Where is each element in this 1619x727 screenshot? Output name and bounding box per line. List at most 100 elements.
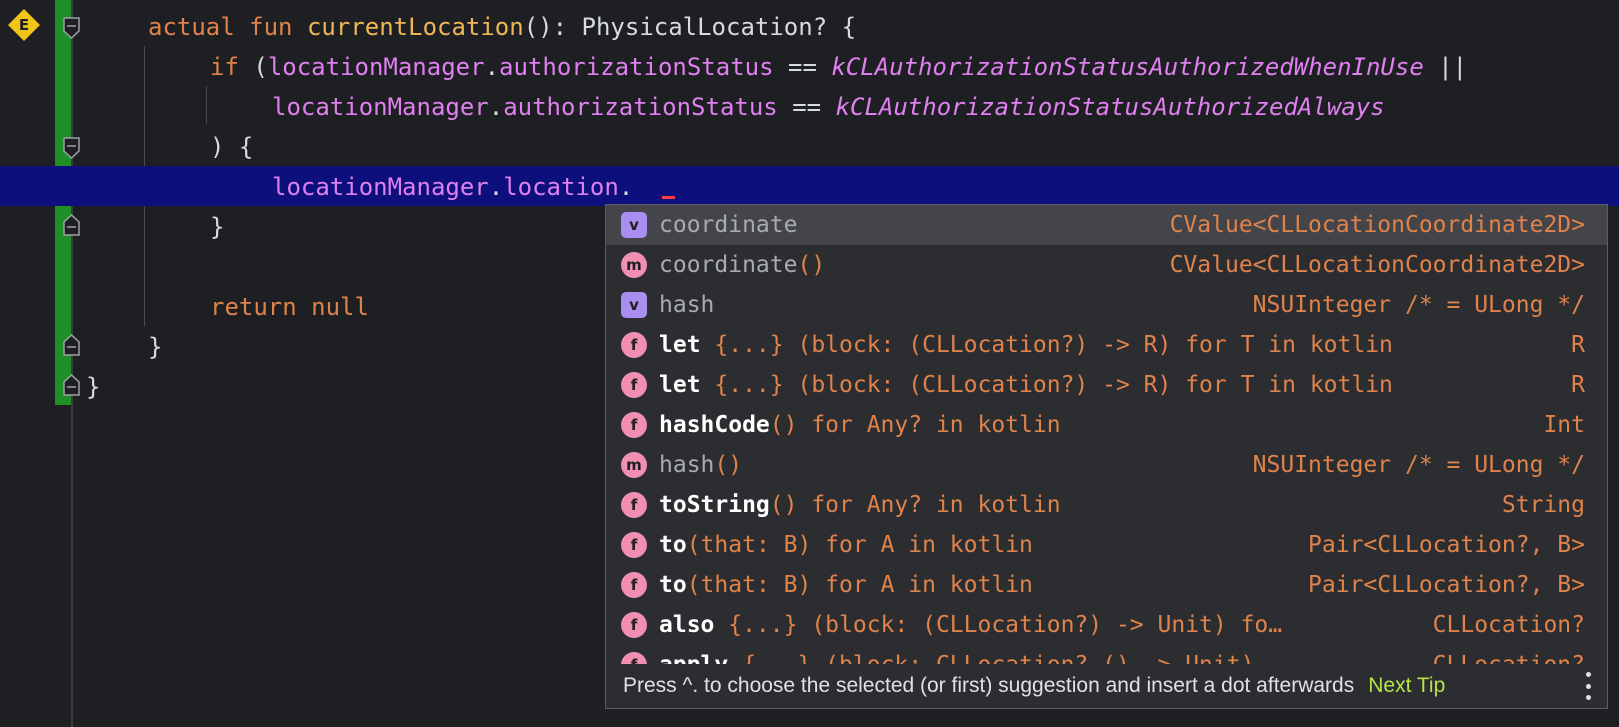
- completion-item-type: String: [1501, 492, 1585, 518]
- completion-item-signature: () for Any? in kotlin: [769, 412, 1061, 438]
- completion-item-type: CValue<CLLocationCoordinate2D>: [1169, 252, 1585, 278]
- code-text: .: [484, 53, 500, 81]
- fold-end-icon[interactable]: [63, 334, 80, 356]
- code-completion-popup[interactable]: v coordinate CValue<CLLocationCoordinate2D…: [605, 204, 1608, 709]
- code-line-9[interactable]: }: [86, 367, 100, 407]
- completion-item[interactable]: f let {...} (block: (CLLocation?) -> R) f…: [606, 325, 1607, 365]
- keyword: return: [210, 293, 297, 321]
- code-line-2[interactable]: if (locationManager.authorizationStatus …: [210, 47, 1467, 87]
- next-tip-link[interactable]: Next Tip: [1368, 674, 1445, 698]
- completion-item-name: to(that: B) for A in kotlin: [659, 565, 1033, 605]
- fold-collapse-icon[interactable]: [63, 137, 80, 159]
- completion-item[interactable]: m coordinate() CValue<CLLocationCoordinate…: [606, 245, 1607, 285]
- completion-item-type: R: [1571, 332, 1585, 358]
- completion-item-type: CLLocation?: [1432, 652, 1585, 665]
- completion-item-name: coordinate: [659, 205, 797, 245]
- completion-item[interactable]: v coordinate CValue<CLLocationCoordinate2D…: [606, 205, 1607, 245]
- constant: kCLAuthorizationStatusAuthorizedAlways: [835, 93, 1385, 121]
- code-line-5[interactable]: locationManager.location.: [272, 167, 633, 207]
- fold-end-icon[interactable]: [63, 374, 80, 396]
- completion-item-name: hashCode() for Any? in kotlin: [659, 405, 1061, 445]
- completion-item[interactable]: f also {...} (block: (CLLocation?) -> Uni…: [606, 605, 1607, 645]
- completion-item-name: also {...} (block: (CLLocation?) -> Unit…: [659, 605, 1282, 645]
- completion-hint: Press ^. to choose the selected (or firs…: [623, 674, 1355, 697]
- completion-item-signature: (that: B) for A in kotlin: [686, 572, 1033, 598]
- function-icon: f: [621, 332, 647, 358]
- property: authorizationStatus: [503, 93, 778, 121]
- code-text: .: [488, 173, 504, 201]
- constant: kCLAuthorizationStatusAuthorizedWhenInUs…: [831, 53, 1424, 81]
- completion-item-label: toString: [659, 492, 770, 518]
- completion-item-name: hash(): [659, 445, 742, 485]
- completion-list[interactable]: v coordinate CValue<CLLocationCoordinate2D…: [606, 205, 1607, 665]
- completion-item[interactable]: f hashCode() for Any? in kotlin Int: [606, 405, 1607, 445]
- completion-item-signature: () for Any? in kotlin: [769, 492, 1061, 518]
- identifier: locationManager: [267, 53, 485, 81]
- keyword: actual: [148, 13, 235, 41]
- property: authorizationStatus: [499, 53, 774, 81]
- keyword: if: [210, 53, 239, 81]
- editor-status-badge[interactable]: E: [8, 9, 40, 41]
- completion-item-name: toString() for Any? in kotlin: [659, 485, 1061, 525]
- completion-item-type: Pair<CLLocation?, B>: [1308, 572, 1585, 598]
- keyword: null: [296, 293, 369, 321]
- code-line-8[interactable]: }: [148, 327, 162, 367]
- variable-icon: v: [621, 292, 647, 318]
- completion-item[interactable]: f toString() for Any? in kotlin String: [606, 485, 1607, 525]
- completion-item-type: CValue<CLLocationCoordinate2D>: [1169, 212, 1585, 238]
- completion-item-type: Pair<CLLocation?, B>: [1308, 532, 1585, 558]
- code-editor[interactable]: E actual fun currentLocation(): Physical…: [0, 0, 1619, 727]
- completion-item-label: also: [659, 612, 715, 638]
- method-icon: m: [621, 452, 647, 478]
- code-line-4[interactable]: ) {: [210, 127, 253, 167]
- completion-item[interactable]: f let {...} (block: (CLLocation?) -> R) f…: [606, 365, 1607, 405]
- completion-item-label: to: [659, 532, 687, 558]
- operator: ||: [1423, 53, 1468, 81]
- completion-item-label: to: [659, 572, 687, 598]
- operator: ==: [773, 53, 832, 81]
- fold-end-icon[interactable]: [63, 214, 80, 236]
- fold-collapse-icon[interactable]: [63, 17, 80, 39]
- function-icon: f: [621, 492, 647, 518]
- code-text: .: [488, 93, 504, 121]
- completion-item[interactable]: v hash NSUInteger /* = ULong */: [606, 285, 1607, 325]
- code-line-7[interactable]: return null: [210, 287, 369, 327]
- indent-guide: [206, 86, 207, 124]
- property: location: [503, 173, 619, 201]
- gutter-divider: [71, 0, 73, 727]
- completion-item[interactable]: f to(that: B) for A in kotlin Pair<CLLocat…: [606, 525, 1607, 565]
- completion-item-label: hashCode: [659, 412, 770, 438]
- code-line-1[interactable]: actual fun currentLocation(): PhysicalLo…: [148, 7, 856, 47]
- text-caret: [662, 196, 675, 199]
- code-text: }: [86, 373, 101, 401]
- completion-item-label: hash: [659, 292, 715, 318]
- code-line-6[interactable]: }: [210, 207, 224, 247]
- code-text: (): PhysicalLocation? {: [523, 13, 857, 41]
- operator: ==: [777, 93, 836, 121]
- completion-item-name: apply {...} (block: CLLocation?.() -> Un…: [659, 645, 1254, 665]
- completion-item-signature: (that: B) for A in kotlin: [686, 532, 1033, 558]
- code-line-3[interactable]: locationManager.authorizationStatus == k…: [272, 87, 1385, 127]
- current-line-highlight: [0, 166, 1619, 206]
- completion-item-label: coordinate: [659, 252, 798, 278]
- completion-item-name: hash: [659, 285, 714, 325]
- completion-item-signature: (): [714, 452, 743, 478]
- badge-label: E: [18, 16, 30, 34]
- more-options-icon[interactable]: [1583, 672, 1593, 700]
- completion-item[interactable]: f apply {...} (block: CLLocation?.() -> U…: [606, 645, 1607, 665]
- function-name: currentLocation: [306, 13, 524, 41]
- function-icon: f: [621, 372, 647, 398]
- completion-item[interactable]: m hash() NSUInteger /* = ULong */: [606, 445, 1607, 485]
- function-icon: f: [621, 412, 647, 438]
- completion-item-label: let: [659, 332, 701, 358]
- variable-icon: v: [621, 212, 647, 238]
- completion-item-type: NSUInteger /* = ULong */: [1252, 452, 1585, 478]
- completion-item-signature: {...} (block: (CLLocation?) -> R) for T …: [700, 372, 1393, 398]
- function-icon: f: [621, 612, 647, 638]
- code-text: }: [210, 213, 225, 241]
- identifier: locationManager: [272, 173, 489, 201]
- completion-item[interactable]: f to(that: B) for A in kotlin Pair<CLLocat…: [606, 565, 1607, 605]
- completion-item-type: CLLocation?: [1432, 612, 1585, 638]
- code-text: .: [618, 173, 634, 201]
- completion-footer: Press ^. to choose the selected (or firs…: [606, 664, 1607, 708]
